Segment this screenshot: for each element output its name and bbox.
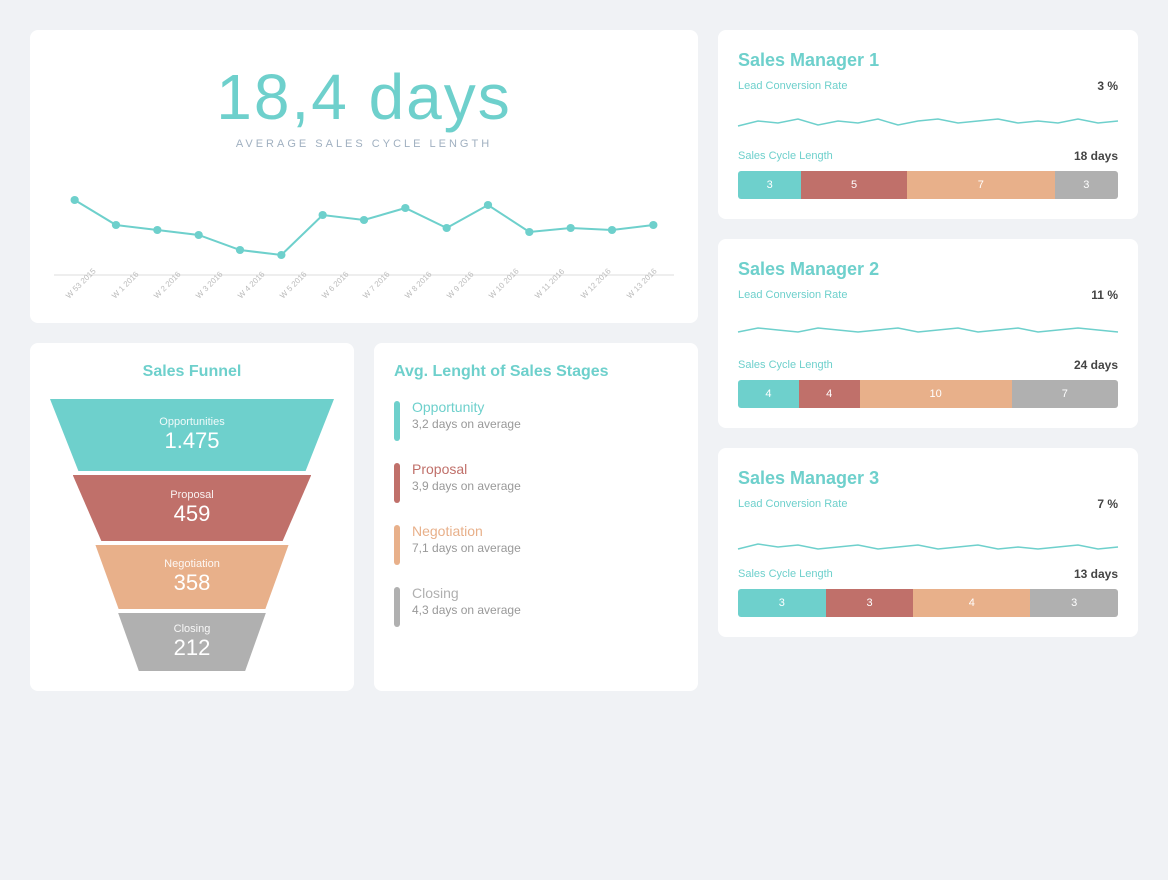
stage-item-proposal: Proposal 3,9 days on average	[394, 461, 678, 503]
bottom-left-section: Sales Funnel Opportunities 1.475 Proposa…	[30, 343, 698, 691]
funnel-close-count: 212	[174, 635, 211, 661]
manager-2-cycle-row: Sales Cycle Length 24 days	[738, 358, 1118, 372]
avg-line-chart	[54, 170, 674, 290]
stage-text-negotiation: Negotiation 7,1 days on average	[412, 523, 521, 555]
bar-seg-prop: 5	[801, 171, 907, 199]
manager-1-conversion-label: Lead Conversion Rate	[738, 80, 847, 92]
stage-text-opportunity: Opportunity 3,2 days on average	[412, 399, 521, 431]
stage-bar-negotiation	[394, 525, 400, 565]
bar-seg-neg: 4	[913, 589, 1030, 617]
funnel-opp-count: 1.475	[164, 428, 219, 454]
manager-1-cycle-row: Sales Cycle Length 18 days	[738, 149, 1118, 163]
manager-1-conversion-value: 3 %	[1097, 79, 1118, 93]
manager-3-stacked-bar: 3 3 4 3	[738, 589, 1118, 617]
stage-name-proposal: Proposal	[412, 461, 521, 477]
stage-item-closing: Closing 4,3 days on average	[394, 585, 678, 627]
manager-2-stacked-bar: 4 4 10 7	[738, 380, 1118, 408]
sales-manager-1-card: Sales Manager 1 Lead Conversion Rate 3 %…	[718, 30, 1138, 219]
funnel-prop-count: 459	[174, 501, 211, 527]
bar-seg-prop: 4	[799, 380, 860, 408]
manager-2-sparkline	[738, 310, 1118, 350]
manager-3-conversion-value: 7 %	[1097, 497, 1118, 511]
funnel-close-label: Closing	[174, 623, 211, 635]
manager-1-cycle-label: Sales Cycle Length	[738, 150, 833, 162]
bar-seg-opp: 4	[738, 380, 799, 408]
stage-name-negotiation: Negotiation	[412, 523, 521, 539]
avg-sales-cycle-card: 18,4 days AVERAGE SALES CYCLE LENGTH	[30, 30, 698, 323]
manager-2-conversion-value: 11 %	[1091, 288, 1118, 302]
stage-desc-proposal: 3,9 days on average	[412, 479, 521, 493]
manager-3-cycle-label: Sales Cycle Length	[738, 568, 833, 580]
stage-item-negotiation: Negotiation 7,1 days on average	[394, 523, 678, 565]
avg-label: AVERAGE SALES CYCLE LENGTH	[54, 138, 674, 150]
stage-bar-closing	[394, 587, 400, 627]
bar-seg-close: 3	[1030, 589, 1118, 617]
sales-funnel-card: Sales Funnel Opportunities 1.475 Proposa…	[30, 343, 354, 691]
bar-seg-neg: 10	[860, 380, 1012, 408]
manager-1-stacked-bar: 3 5 7 3	[738, 171, 1118, 199]
stage-name-opportunity: Opportunity	[412, 399, 521, 415]
manager-2-cycle-label: Sales Cycle Length	[738, 359, 833, 371]
funnel-prop-label: Proposal	[170, 489, 213, 501]
funnel-item-proposal: Proposal 459	[73, 475, 312, 541]
stage-desc-opportunity: 3,2 days on average	[412, 417, 521, 431]
dashboard: 18,4 days AVERAGE SALES CYCLE LENGTH	[30, 30, 1138, 691]
manager-2-cycle-value: 24 days	[1074, 358, 1118, 372]
x-axis-labels: W 53 2015 W 1 2016 W 2 2016 W 3 2016 W 4…	[54, 294, 674, 303]
manager-3-sparkline	[738, 519, 1118, 559]
manager-2-conversion-row: Lead Conversion Rate 11 %	[738, 288, 1118, 302]
manager-3-conversion-row: Lead Conversion Rate 7 %	[738, 497, 1118, 511]
funnel-item-closing: Closing 212	[118, 613, 266, 671]
manager-3-cycle-row: Sales Cycle Length 13 days	[738, 567, 1118, 581]
stages-title: Avg. Lenght of Sales Stages	[394, 363, 678, 381]
manager-3-cycle-value: 13 days	[1074, 567, 1118, 581]
stage-text-proposal: Proposal 3,9 days on average	[412, 461, 521, 493]
manager-1-cycle-value: 18 days	[1074, 149, 1118, 163]
funnel-title: Sales Funnel	[50, 363, 334, 381]
stage-desc-negotiation: 7,1 days on average	[412, 541, 521, 555]
bar-seg-prop: 3	[826, 589, 914, 617]
right-column: Sales Manager 1 Lead Conversion Rate 3 %…	[718, 30, 1138, 691]
funnel-neg-label: Negotiation	[164, 558, 220, 570]
stage-item-opportunity: Opportunity 3,2 days on average	[394, 399, 678, 441]
bar-seg-close: 7	[1012, 380, 1118, 408]
avg-value: 18,4 days	[54, 60, 674, 134]
funnel-chart: Opportunities 1.475 Proposal 459 Negotia…	[50, 399, 334, 671]
bar-seg-neg: 7	[907, 171, 1055, 199]
manager-3-title: Sales Manager 3	[738, 468, 1118, 489]
manager-1-conversion-row: Lead Conversion Rate 3 %	[738, 79, 1118, 93]
funnel-item-negotiation: Negotiation 358	[95, 545, 288, 609]
sales-manager-2-card: Sales Manager 2 Lead Conversion Rate 11 …	[718, 239, 1138, 428]
bar-seg-opp: 3	[738, 171, 801, 199]
manager-1-sparkline	[738, 101, 1118, 141]
bar-seg-opp: 3	[738, 589, 826, 617]
bar-seg-close: 3	[1055, 171, 1118, 199]
stage-desc-closing: 4,3 days on average	[412, 603, 521, 617]
avg-stages-card: Avg. Lenght of Sales Stages Opportunity …	[374, 343, 698, 691]
stage-text-closing: Closing 4,3 days on average	[412, 585, 521, 617]
stage-bar-opportunity	[394, 401, 400, 441]
manager-3-conversion-label: Lead Conversion Rate	[738, 498, 847, 510]
stage-bar-proposal	[394, 463, 400, 503]
manager-2-conversion-label: Lead Conversion Rate	[738, 289, 847, 301]
funnel-opp-label: Opportunities	[159, 416, 224, 428]
sales-manager-3-card: Sales Manager 3 Lead Conversion Rate 7 %…	[718, 448, 1138, 637]
manager-2-title: Sales Manager 2	[738, 259, 1118, 280]
stage-name-closing: Closing	[412, 585, 521, 601]
funnel-item-opportunities: Opportunities 1.475	[50, 399, 334, 471]
funnel-neg-count: 358	[174, 570, 211, 596]
manager-1-title: Sales Manager 1	[738, 50, 1118, 71]
